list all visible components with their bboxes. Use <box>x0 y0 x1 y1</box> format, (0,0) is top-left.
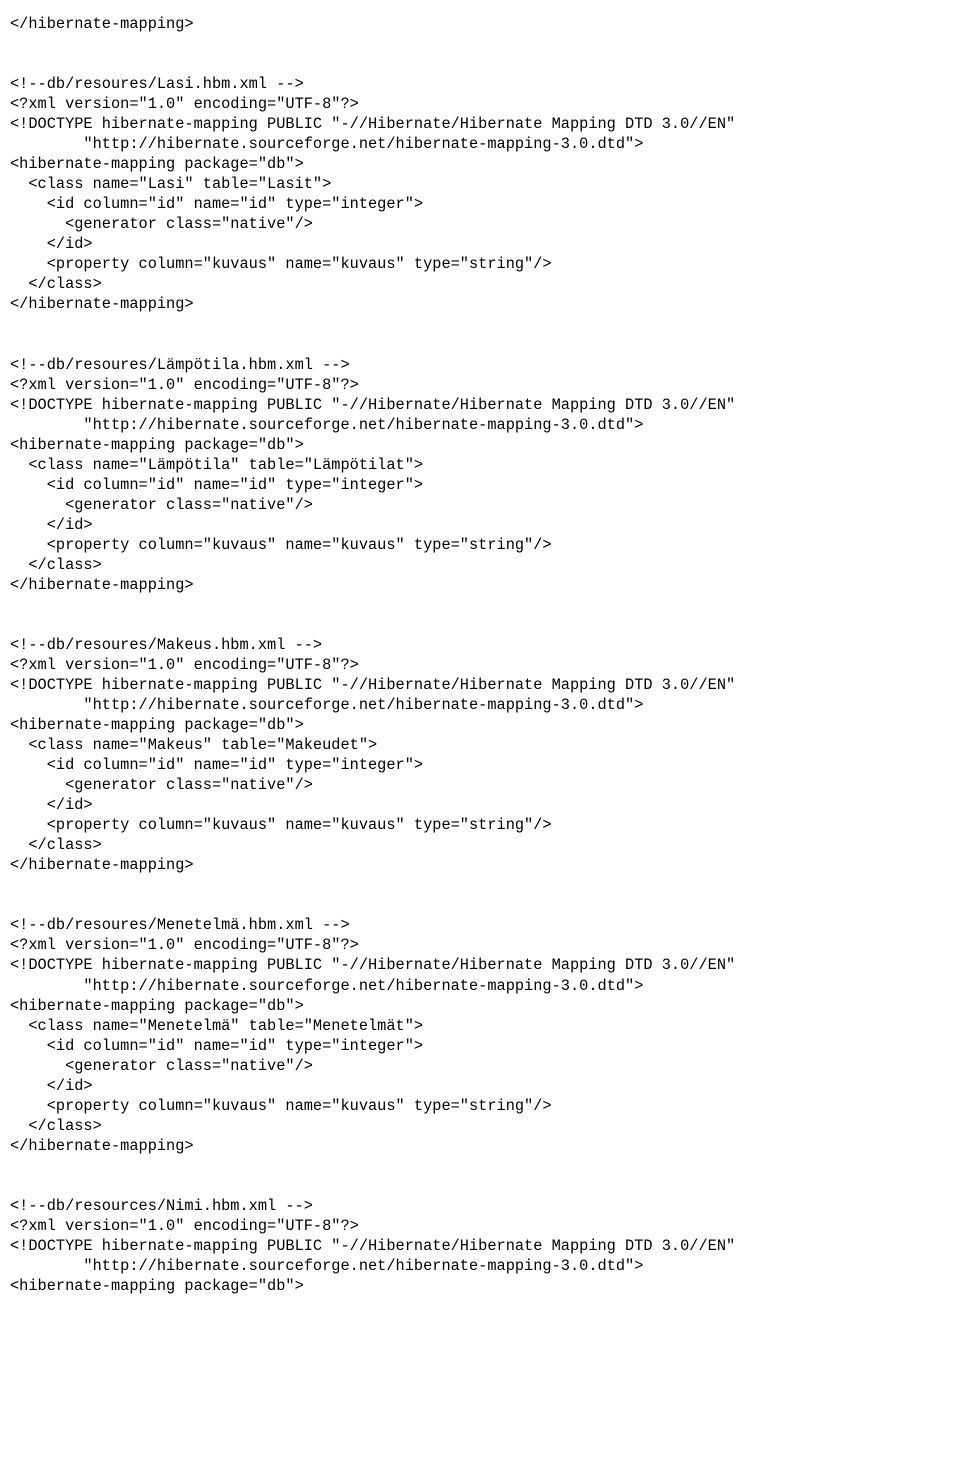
code-block: </hibernate-mapping> <!--db/resoures/Las… <box>10 14 950 1296</box>
